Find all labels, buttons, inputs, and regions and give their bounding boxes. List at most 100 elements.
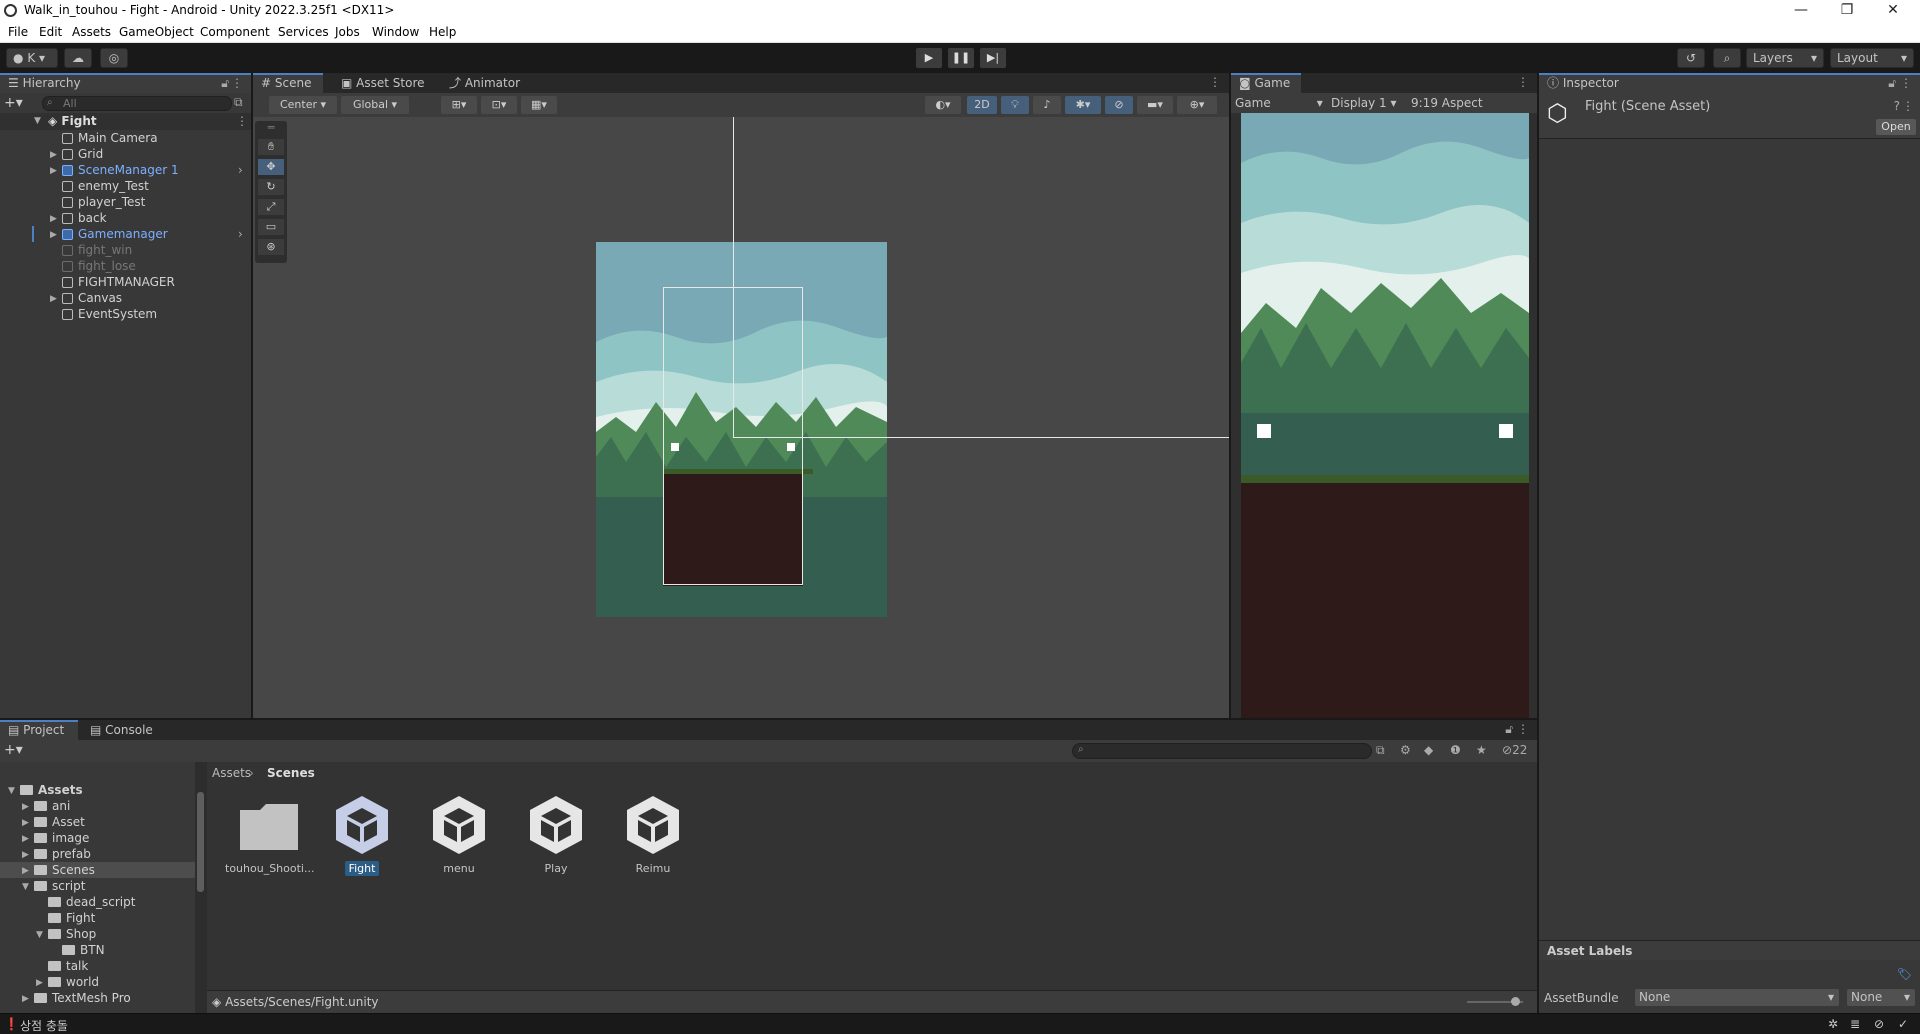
transform-tool-icon[interactable]: ⊛: [258, 239, 284, 255]
tab-console[interactable]: ▤ Console: [82, 720, 161, 740]
breadcrumb-scenes[interactable]: Scenes: [267, 766, 315, 780]
tab-inspector[interactable]: ⓘ Inspector 🔓︎ ⋮: [1539, 73, 1920, 93]
menu-help[interactable]: Help: [429, 25, 456, 39]
hierarchy-item[interactable]: enemy_Test: [0, 178, 251, 194]
scene-header-row[interactable]: ▼ ◈ Fight ⋮: [0, 113, 251, 130]
hierarchy-item[interactable]: FIGHTMANAGER: [0, 274, 251, 290]
folder-tree-item[interactable]: talk: [0, 958, 195, 974]
layers-dropdown[interactable]: Layers ▾: [1746, 48, 1824, 68]
expand-arrow-icon[interactable]: ▶: [36, 975, 43, 991]
folder-tree-item[interactable]: ▶ world: [0, 974, 195, 990]
expand-arrow-icon[interactable]: ▶: [22, 847, 29, 863]
kebab-menu-icon[interactable]: ⋮: [1902, 99, 1914, 113]
check-icon[interactable]: ✓: [1898, 1017, 1908, 1031]
tab-hierarchy[interactable]: ☰ Hierarchy 🔓︎ ⋮: [0, 73, 251, 93]
snap-increment-button[interactable]: ⊡▾: [481, 96, 517, 114]
status-message[interactable]: 상점 충돌: [20, 1017, 68, 1034]
tab-animator[interactable]: ⤴ Animator: [441, 73, 528, 93]
asset-item[interactable]: menu: [419, 794, 499, 875]
gizmos-button[interactable]: ⊕▾: [1177, 96, 1217, 114]
step-button[interactable]: ▶|: [980, 48, 1006, 68]
hierarchy-item[interactable]: ▶ Gamemanager ›: [0, 226, 251, 242]
shading-mode-button[interactable]: ◐▾: [925, 96, 961, 114]
game-viewport[interactable]: [1241, 113, 1529, 718]
minimize-button[interactable]: —: [1778, 0, 1824, 22]
hierarchy-item[interactable]: Main Camera: [0, 130, 251, 146]
asset-item[interactable]: Reimu: [613, 794, 693, 875]
expand-arrow-icon[interactable]: ▶: [22, 815, 29, 831]
layout-dropdown[interactable]: Layout ▾: [1830, 48, 1914, 68]
scale-tool-icon[interactable]: ⤢: [258, 199, 284, 215]
folder-tree-item[interactable]: ▶ TextMesh Pro: [0, 990, 195, 1006]
open-button[interactable]: Open: [1876, 119, 1916, 135]
folder-tree-item[interactable]: ▼ Assets: [0, 782, 195, 798]
tree-scrollbar-track[interactable]: [195, 762, 207, 1013]
expand-arrow-icon[interactable]: ▼: [34, 116, 41, 126]
menu-window[interactable]: Window: [372, 25, 419, 39]
menu-file[interactable]: File: [8, 25, 28, 39]
kebab-menu-icon[interactable]: ⋮: [236, 114, 248, 128]
asset-item[interactable]: Fight: [322, 794, 402, 876]
expand-arrow-icon[interactable]: ▼: [36, 927, 43, 943]
account-button[interactable]: ● K ▾: [6, 48, 58, 68]
menu-services[interactable]: Services: [278, 25, 329, 39]
aspect-dropdown[interactable]: 9:19 Aspect: [1411, 96, 1483, 110]
kebab-menu-icon[interactable]: ⋮: [1209, 75, 1221, 89]
filter-by-type-icon[interactable]: ⚙: [1400, 743, 1411, 757]
space-dropdown[interactable]: Global ▾: [341, 96, 409, 114]
hidden-packages-toggle[interactable]: ⊘22: [1502, 743, 1527, 757]
effects-toggle-button[interactable]: ✱▾: [1065, 96, 1101, 114]
history-button[interactable]: ↺: [1677, 48, 1705, 68]
display-dropdown[interactable]: Display 1 ▾: [1331, 96, 1397, 110]
sync-icon[interactable]: ⊘: [1874, 1017, 1884, 1031]
toggle-2d-button[interactable]: 2D: [967, 96, 997, 114]
expand-arrow-icon[interactable]: ▶: [22, 863, 29, 879]
tab-scene[interactable]: # Scene: [253, 73, 323, 93]
menu-component[interactable]: Component: [200, 25, 270, 39]
folder-tree-item[interactable]: ▶ Asset: [0, 814, 195, 830]
expand-arrow-icon[interactable]: ▶: [50, 227, 57, 243]
hidden-objects-toggle[interactable]: ⊘: [1105, 96, 1133, 114]
create-asset-button[interactable]: +▾: [4, 742, 23, 758]
rotate-tool-icon[interactable]: ↻: [258, 179, 284, 195]
kebab-menu-icon[interactable]: ⋮: [1517, 75, 1529, 89]
tab-project[interactable]: ▤ Project: [0, 720, 78, 740]
hierarchy-item[interactable]: fight_win: [0, 242, 251, 258]
help-icon[interactable]: ?: [1894, 99, 1900, 113]
scene-viewport[interactable]: ═ ✋︎ ✥ ↻ ⤢ ▭ ⊛: [253, 117, 1229, 718]
project-search-input[interactable]: ⌕: [1072, 743, 1372, 759]
debug-icon[interactable]: ✲: [1828, 1017, 1838, 1031]
lock-icon[interactable]: 🔓︎: [221, 75, 229, 92]
lighting-toggle-button[interactable]: 💡︎: [1001, 96, 1029, 114]
expand-arrow-icon[interactable]: ▼: [8, 783, 15, 799]
hierarchy-search-input[interactable]: ⌕ All: [42, 96, 232, 111]
drag-handle-icon[interactable]: ═: [258, 122, 284, 133]
camera-settings-button[interactable]: ▬▾: [1137, 96, 1173, 114]
tag-icon[interactable]: 🏷︎: [1897, 967, 1912, 981]
menu-jobs[interactable]: Jobs: [335, 25, 360, 39]
hierarchy-item[interactable]: fight_lose: [0, 258, 251, 274]
maximize-button[interactable]: ❐: [1824, 0, 1870, 22]
lock-icon[interactable]: 🔓︎: [1888, 75, 1896, 92]
menu-gameobject[interactable]: GameObject: [119, 25, 194, 39]
kebab-menu-icon[interactable]: ⋮: [1900, 75, 1912, 92]
grid-visibility-button[interactable]: ▦▾: [521, 96, 557, 114]
scene-visibility-icon[interactable]: ⧉: [234, 95, 243, 110]
menu-edit[interactable]: Edit: [39, 25, 62, 39]
handle-left[interactable]: [671, 443, 679, 451]
folder-tree-item[interactable]: ▶ Scenes: [0, 862, 195, 878]
asset-item[interactable]: Play: [516, 794, 596, 875]
move-tool-icon[interactable]: ✥: [258, 159, 284, 175]
menu-assets[interactable]: Assets: [72, 25, 111, 39]
tab-game[interactable]: ◙ Game: [1231, 73, 1301, 93]
hierarchy-item[interactable]: EventSystem: [0, 306, 251, 322]
stack-icon[interactable]: ≣: [1850, 1017, 1860, 1031]
chevron-right-icon[interactable]: ›: [238, 226, 243, 242]
folder-tree-item[interactable]: Fight: [0, 910, 195, 926]
expand-arrow-icon[interactable]: ▶: [50, 147, 57, 163]
expand-arrow-icon[interactable]: ▶: [22, 991, 29, 1007]
lock-icon[interactable]: 🔓︎: [1505, 722, 1513, 737]
folder-tree-item[interactable]: ▶ image: [0, 830, 195, 846]
info-icon[interactable]: ❶: [1450, 743, 1461, 757]
tab-asset-store[interactable]: ▣ Asset Store: [333, 73, 433, 93]
